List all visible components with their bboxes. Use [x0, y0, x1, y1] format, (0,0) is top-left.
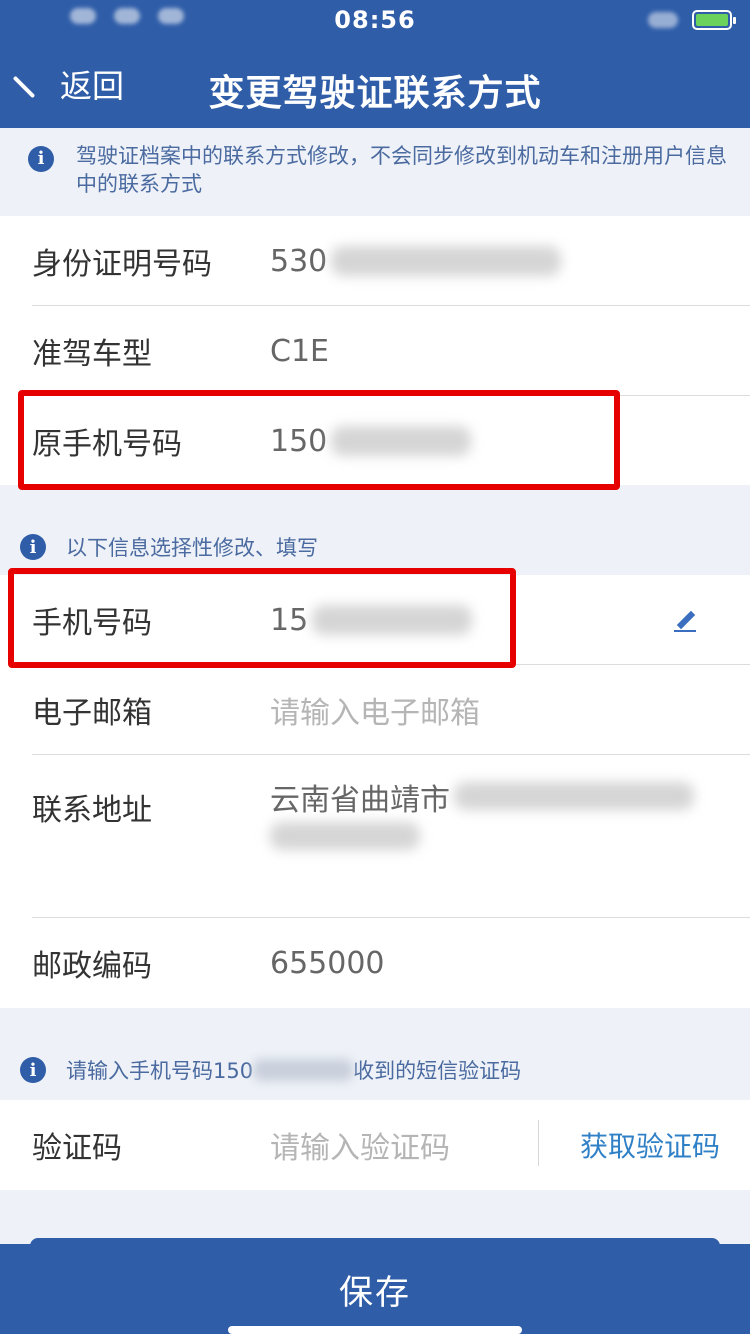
- get-code-button[interactable]: 获取验证码: [580, 1125, 720, 1165]
- save-button[interactable]: 保存: [0, 1244, 750, 1334]
- editable-section: 手机号码 15 电子邮箱 请输入电子邮箱 联系地址 云南省曲靖市 邮政编码 65…: [0, 575, 750, 1008]
- vehicle-class-label: 准驾车型: [32, 337, 152, 372]
- status-time: 08:56: [334, 6, 416, 34]
- phone-row[interactable]: 手机号码 15: [0, 575, 750, 665]
- info-icon: i: [20, 1057, 46, 1083]
- status-icon: [648, 12, 678, 28]
- id-number-row: 身份证明号码 530: [0, 216, 750, 306]
- sms-notice-suffix: 收到的短信验证码: [353, 1059, 522, 1083]
- info-icon: i: [20, 534, 46, 560]
- optional-notice: i 以下信息选择性修改、填写: [20, 532, 720, 562]
- sync-notice: i 驾驶证档案中的联系方式修改，不会同步修改到机动车和注册用户信息中的联系方式: [28, 142, 728, 198]
- status-bar: 08:56: [0, 0, 750, 40]
- id-number-value: 530: [270, 244, 562, 279]
- email-input[interactable]: 请输入电子邮箱: [270, 688, 480, 732]
- address-label: 联系地址: [32, 793, 152, 828]
- verify-row: 验证码 请输入验证码 获取验证码: [0, 1100, 750, 1190]
- edit-icon[interactable]: [672, 607, 698, 633]
- verify-label: 验证码: [32, 1131, 122, 1166]
- battery-icon: [692, 10, 736, 30]
- verify-section: 验证码 请输入验证码 获取验证码: [0, 1100, 750, 1190]
- email-row[interactable]: 电子邮箱 请输入电子邮箱: [0, 665, 750, 755]
- divider: [538, 1120, 539, 1166]
- page-title: 变更驾驶证联系方式: [208, 73, 542, 114]
- verify-code-input[interactable]: 请输入验证码: [270, 1123, 450, 1167]
- phone-label: 手机号码: [32, 606, 152, 641]
- id-number-label: 身份证明号码: [32, 247, 212, 282]
- sms-notice: i 请输入手机号码150 收到的短信验证码: [20, 1055, 740, 1085]
- postcode-input[interactable]: 655000: [270, 946, 385, 981]
- home-indicator: [228, 1326, 522, 1334]
- address-input[interactable]: 云南省曲靖市: [270, 781, 710, 861]
- address-row[interactable]: 联系地址 云南省曲靖市: [0, 755, 750, 917]
- vehicle-class-value: C1E: [270, 333, 329, 369]
- original-phone-value: 150: [270, 424, 472, 459]
- status-right: [648, 10, 736, 30]
- app-header: 08:56 返回 变更驾驶证联系方式: [0, 0, 750, 128]
- original-phone-row: 原手机号码 150: [0, 396, 750, 486]
- sync-notice-text: 驾驶证档案中的联系方式修改，不会同步修改到机动车和注册用户信息中的联系方式: [76, 144, 727, 196]
- sms-notice-prefix: 请输入手机号码150: [66, 1059, 254, 1083]
- info-icon: i: [28, 146, 54, 172]
- phone-input[interactable]: 15: [270, 603, 473, 638]
- license-info-section: 身份证明号码 530 准驾车型 C1E 原手机号码 150: [0, 216, 750, 485]
- vehicle-class-row: 准驾车型 C1E: [0, 306, 750, 396]
- email-label: 电子邮箱: [32, 696, 152, 731]
- original-phone-label: 原手机号码: [32, 427, 182, 462]
- postcode-row[interactable]: 邮政编码 655000: [0, 918, 750, 1008]
- optional-notice-text: 以下信息选择性修改、填写: [66, 536, 318, 560]
- postcode-label: 邮政编码: [32, 949, 152, 984]
